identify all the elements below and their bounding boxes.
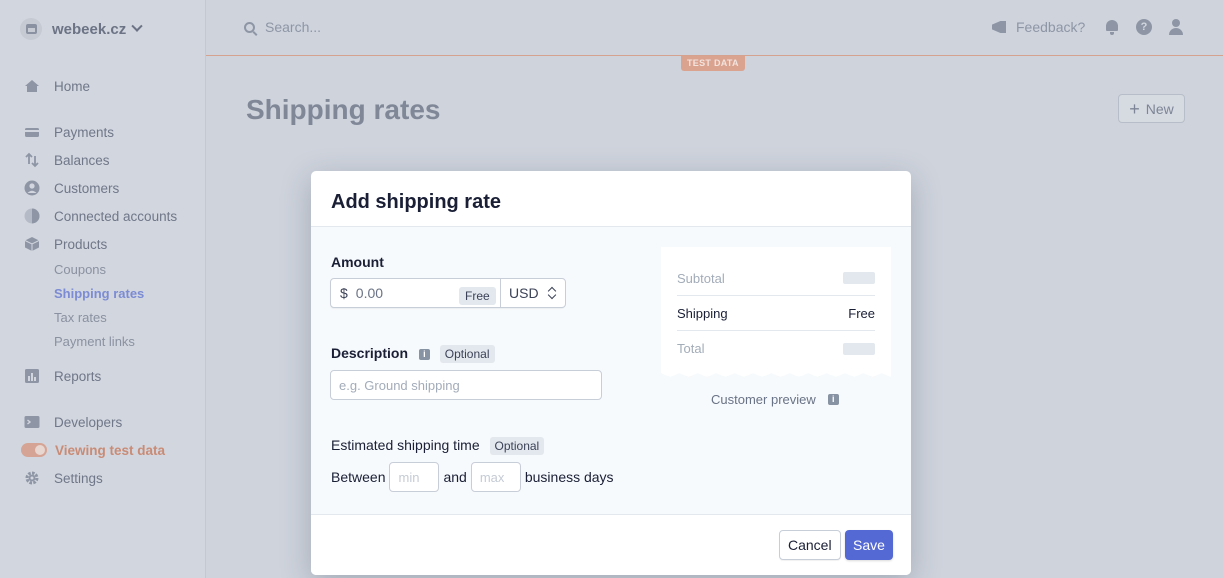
amount-value: 0.00 — [355, 285, 384, 301]
amount-group: $ 0.00 Free USD — [330, 278, 566, 308]
toggle-switch[interactable] — [21, 443, 47, 457]
estimated-label: Estimated shipping time — [331, 437, 480, 453]
customer-preview-caption: Customer preview i — [711, 392, 839, 407]
sidebar: webeek.cz Home Payments Balances Custome… — [0, 0, 206, 578]
sidebar-subitem-tax-rates[interactable]: Tax rates — [54, 310, 107, 325]
amount-label: Amount — [331, 254, 384, 270]
new-button-label: New — [1145, 100, 1174, 117]
top-bar: Search... Feedback? ? — [206, 0, 1223, 56]
test-mode-label: Viewing test data — [55, 442, 166, 458]
customer-preview-card: Subtotal Shipping Free Total — [661, 247, 891, 377]
sidebar-item-payments[interactable]: Payments — [24, 122, 114, 142]
optional-badge: Optional — [489, 437, 545, 455]
preview-shipping-label: Shipping — [677, 305, 728, 321]
currency-select[interactable]: USD — [500, 278, 566, 308]
cancel-button[interactable]: Cancel — [779, 530, 841, 560]
sidebar-item-balances[interactable]: Balances — [24, 150, 110, 170]
sidebar-item-customers[interactable]: Customers — [24, 178, 119, 198]
test-data-badge: TEST DATA — [681, 56, 745, 71]
sidebar-item-label: Reports — [54, 368, 102, 384]
home-icon — [24, 78, 40, 94]
store-icon — [20, 18, 42, 40]
sidebar-item-label: Customers — [54, 180, 120, 196]
sidebar-item-reports[interactable]: Reports — [24, 366, 101, 386]
customers-icon — [24, 180, 40, 196]
modal-footer: Cancel Save — [311, 514, 911, 575]
chevron-down-icon — [131, 20, 143, 32]
add-shipping-rate-modal: Add shipping rate Amount $ 0.00 Free USD… — [311, 171, 911, 575]
select-arrows-icon — [548, 287, 556, 299]
sidebar-item-label: Products — [54, 236, 108, 252]
preview-subtotal-label: Subtotal — [677, 270, 725, 286]
sidebar-item-label: Connected accounts — [54, 208, 178, 224]
info-icon[interactable]: i — [827, 394, 839, 405]
preview-subtotal-placeholder — [843, 272, 875, 284]
feedback-button[interactable]: Feedback? — [992, 19, 1085, 35]
sidebar-item-label: Settings — [54, 470, 103, 486]
estimated-label-row: Estimated shipping time Optional — [331, 437, 545, 455]
user-icon[interactable] — [1168, 19, 1184, 35]
products-icon — [24, 236, 40, 252]
gear-icon — [24, 470, 40, 486]
reports-icon — [24, 368, 40, 384]
payments-icon — [24, 124, 40, 140]
preview-total-row: Total — [677, 331, 875, 366]
currency-value: USD — [509, 285, 539, 301]
optional-badge: Optional — [439, 345, 495, 363]
customer-preview-label: Customer preview — [711, 392, 816, 407]
new-button[interactable]: + New — [1118, 94, 1185, 123]
sidebar-item-connected-accounts[interactable]: Connected accounts — [24, 206, 177, 226]
search-bar[interactable]: Search... — [244, 19, 321, 35]
description-input[interactable] — [330, 370, 602, 400]
sidebar-item-products[interactable]: Products — [24, 234, 107, 254]
preview-total-label: Total — [677, 341, 705, 356]
preview-total-placeholder — [843, 342, 875, 355]
developers-icon — [24, 414, 40, 430]
sidebar-item-developers[interactable]: Developers — [24, 412, 122, 432]
sidebar-subitem-shipping-rates[interactable]: Shipping rates — [54, 286, 144, 301]
description-label-row: Description i Optional — [331, 345, 495, 363]
sidebar-item-settings[interactable]: Settings — [24, 468, 103, 488]
currency-symbol: $ — [340, 285, 348, 301]
save-button[interactable]: Save — [845, 530, 893, 560]
preview-shipping-value: Free — [848, 305, 875, 321]
preview-shipping-row: Shipping Free — [677, 296, 875, 331]
account-name: webeek.cz — [52, 20, 127, 38]
bell-icon[interactable] — [1104, 19, 1120, 35]
sidebar-item-home[interactable]: Home — [24, 76, 90, 96]
search-placeholder: Search... — [265, 19, 322, 35]
sidebar-item-label: Developers — [54, 414, 123, 430]
sidebar-item-label: Balances — [54, 152, 110, 168]
sidebar-item-label: Payments — [54, 124, 115, 140]
balances-icon — [24, 152, 40, 168]
modal-body: Amount $ 0.00 Free USD Description i Opt… — [311, 227, 911, 515]
info-icon[interactable]: i — [418, 349, 430, 360]
megaphone-icon — [992, 21, 1006, 33]
description-label: Description — [331, 345, 409, 361]
feedback-label: Feedback? — [1016, 19, 1086, 35]
free-badge: Free — [459, 287, 496, 305]
between-label: Between — [331, 469, 386, 485]
and-label: and — [443, 469, 467, 485]
test-mode-toggle[interactable]: Viewing test data — [21, 440, 166, 460]
sidebar-subitem-coupons[interactable]: Coupons — [54, 262, 106, 277]
max-days-input[interactable] — [470, 462, 521, 492]
modal-title: Add shipping rate — [331, 191, 501, 213]
min-days-input[interactable] — [389, 462, 440, 492]
preview-subtotal-row: Subtotal — [677, 261, 875, 296]
account-switcher[interactable]: webeek.cz — [20, 16, 143, 42]
sidebar-item-label: Home — [54, 78, 91, 94]
search-icon — [244, 21, 255, 33]
page-title: Shipping rates — [246, 94, 441, 125]
estimated-range-row: Between and business days — [331, 462, 614, 492]
connected-accounts-icon — [24, 208, 40, 224]
modal-header: Add shipping rate — [311, 171, 911, 227]
help-icon[interactable]: ? — [1136, 19, 1152, 35]
business-days-label: business days — [524, 469, 614, 485]
sidebar-subitem-payment-links[interactable]: Payment links — [54, 334, 135, 349]
plus-icon: + — [1129, 98, 1140, 119]
